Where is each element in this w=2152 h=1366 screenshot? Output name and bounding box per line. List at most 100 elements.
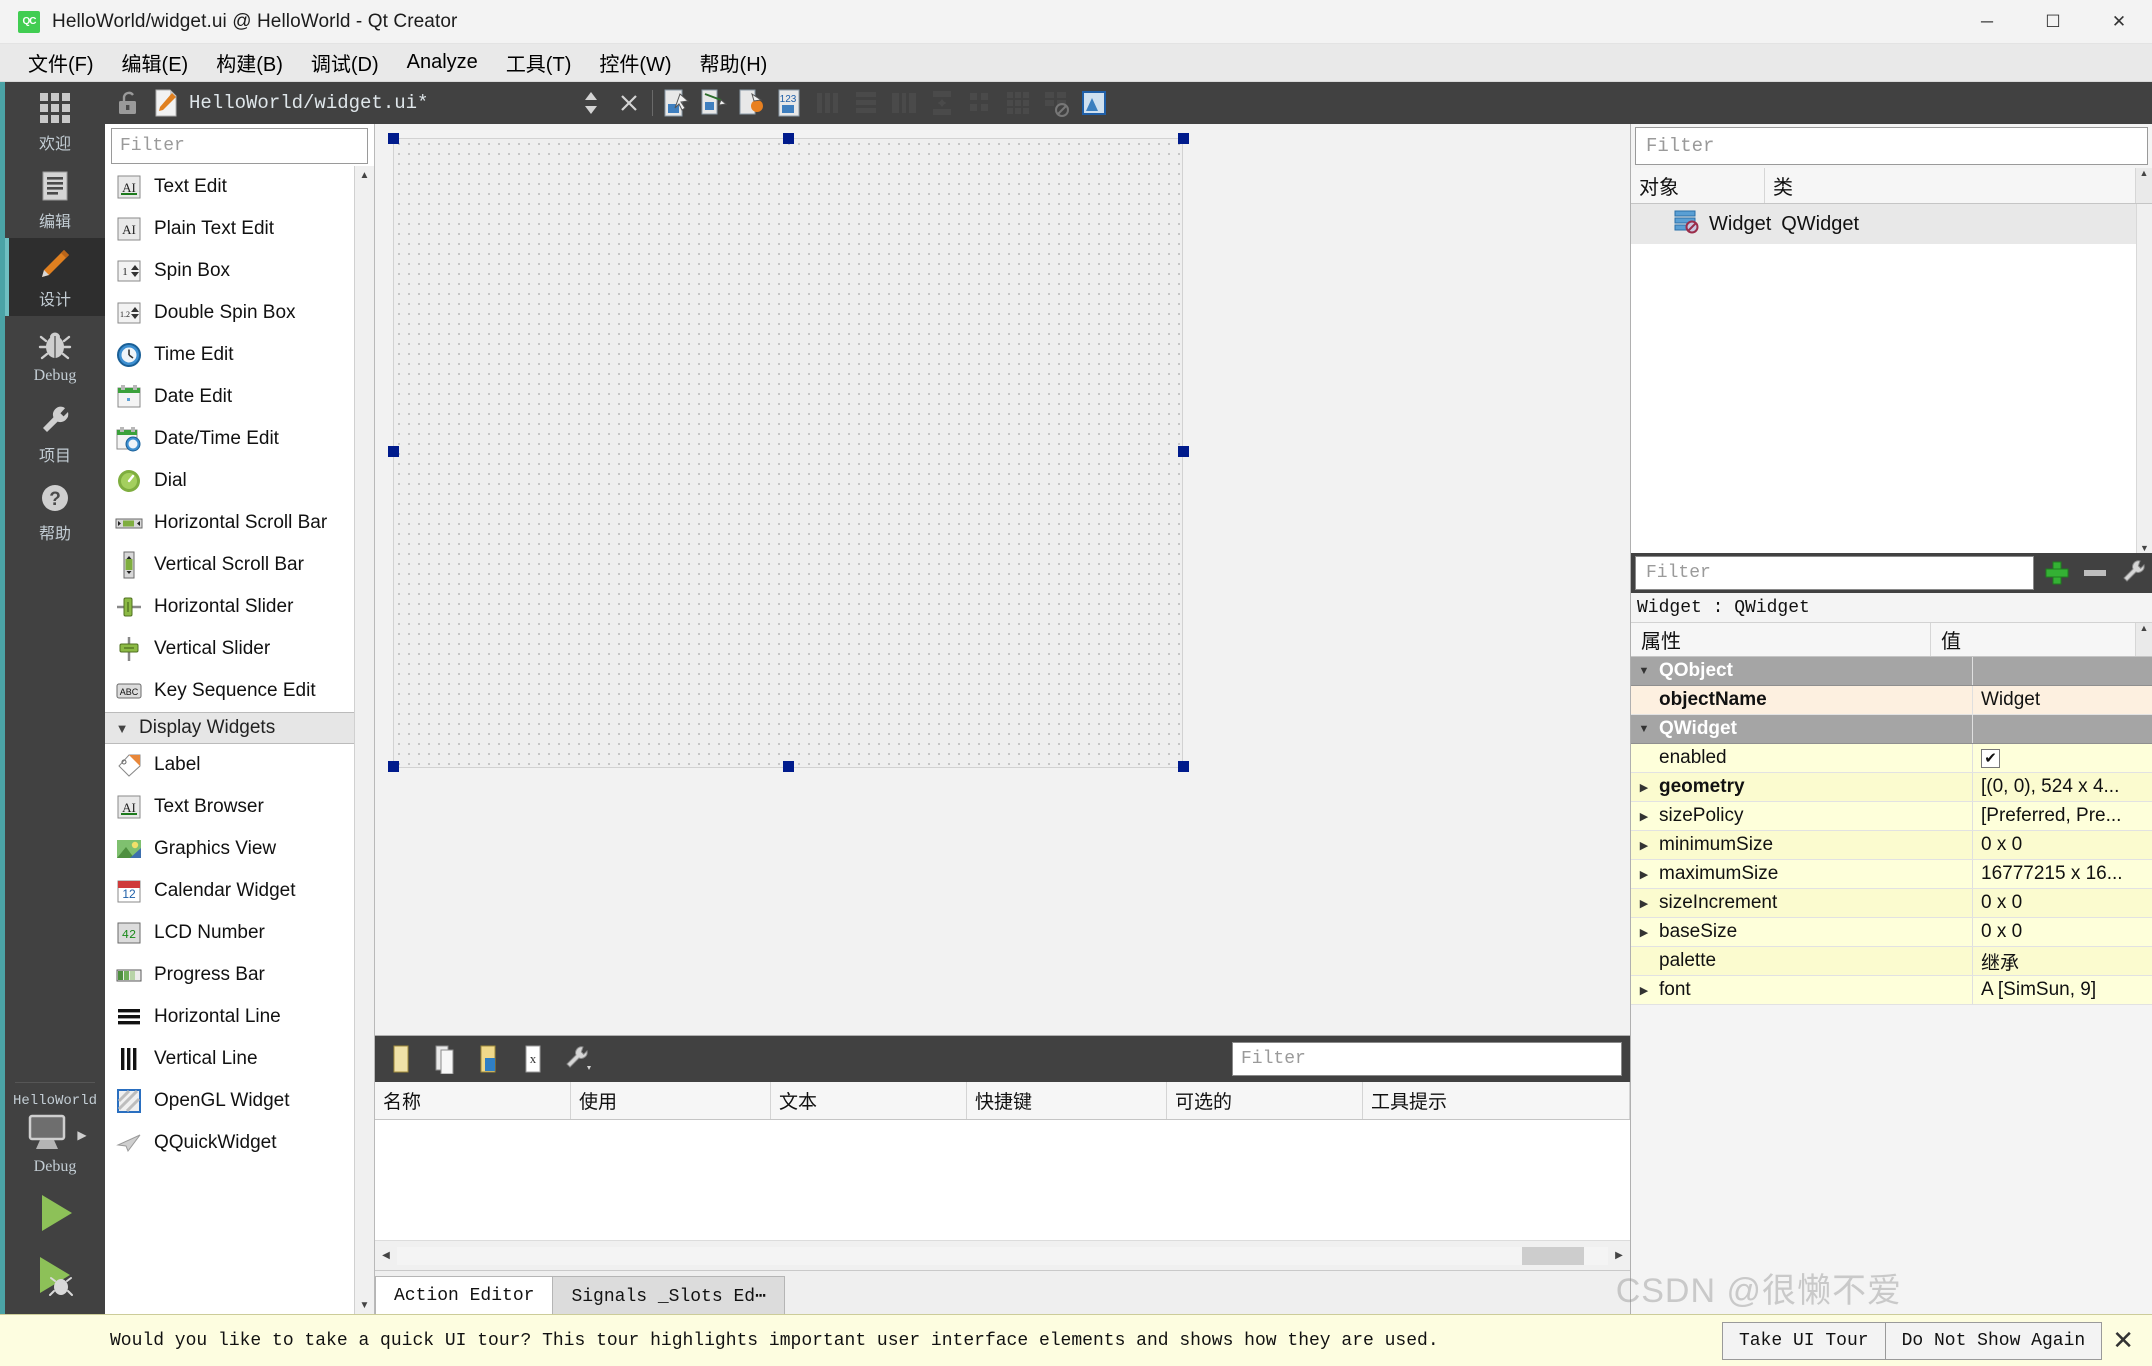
action-col-shortcut[interactable]: 快捷键 [967, 1082, 1167, 1119]
tab-signals-slots-editor[interactable]: Signals _Slots Ed⋯ [552, 1276, 785, 1314]
hscroll-thumb[interactable] [1522, 1246, 1584, 1265]
run-button[interactable] [5, 1182, 105, 1244]
layout-horizontal-icon[interactable] [813, 88, 843, 118]
widget-item-opengl-widget[interactable]: OpenGL Widget [105, 1080, 354, 1122]
property-row-enabled[interactable]: enabled ✔ [1631, 744, 2152, 773]
object-scroll-down-arrow-icon[interactable]: ▼ [2140, 543, 2149, 553]
edit-signals-slots-icon[interactable] [699, 88, 729, 118]
object-inspector-scrollbar[interactable]: ▼ [2136, 204, 2152, 553]
layout-form-icon[interactable] [965, 88, 995, 118]
chevron-right-icon[interactable]: ▶ [1631, 897, 1657, 910]
widget-item-calendar-widget[interactable]: 12 Calendar Widget [105, 870, 354, 912]
property-row-sizeincrement[interactable]: ▶ sizeIncrement 0 x 0 [1631, 889, 2152, 918]
close-tour-icon[interactable]: ✕ [2102, 1325, 2144, 1356]
widget-item-vertical-slider[interactable]: Vertical Slider [105, 628, 354, 670]
property-row-font[interactable]: ▶ font A [SimSun, 9] [1631, 976, 2152, 1005]
hscroll-right-arrow-icon[interactable]: ▶ [1608, 1250, 1630, 1261]
menu-analyze[interactable]: Analyze [393, 49, 492, 76]
widget-item-double-spin-box[interactable]: 1.2 Double Spin Box [105, 292, 354, 334]
kit-target-row[interactable]: ▶ [5, 1111, 105, 1158]
updown-arrows-icon[interactable] [576, 88, 606, 118]
chevron-down-icon[interactable]: ▼ [1631, 665, 1657, 677]
adjust-size-icon[interactable] [1079, 88, 1109, 118]
resize-handle-top-center[interactable] [783, 133, 794, 144]
property-row-basesize[interactable]: ▶ baseSize 0 x 0 [1631, 918, 2152, 947]
action-editor-rows[interactable] [375, 1120, 1630, 1240]
action-col-text[interactable]: 文本 [771, 1082, 967, 1119]
menu-file[interactable]: 文件(F) [14, 46, 108, 79]
minimize-button[interactable]: ─ [1954, 0, 2020, 44]
menu-widgets[interactable]: 控件(W) [585, 46, 685, 79]
widget-item-lcd-number[interactable]: 42 LCD Number [105, 912, 354, 954]
sidebar-item-projects[interactable]: 项目 [5, 394, 105, 472]
property-value[interactable]: 0 x 0 [1972, 918, 2152, 946]
property-value[interactable]: 16777215 x 16... [1972, 860, 2152, 888]
property-row-minimumsize[interactable]: ▶ minimumSize 0 x 0 [1631, 831, 2152, 860]
break-layout-icon[interactable] [1041, 88, 1071, 118]
widget-item-text-edit[interactable]: AI Text Edit [105, 166, 354, 208]
tab-action-editor[interactable]: Action Editor [375, 1276, 554, 1314]
sidebar-item-design[interactable]: 设计 [5, 238, 105, 316]
widget-item-text-browser[interactable]: AI Text Browser [105, 786, 354, 828]
property-scroll-up-arrow-icon[interactable]: ▲ [2136, 623, 2152, 656]
widget-item-plain-text-edit[interactable]: AI Plain Text Edit [105, 208, 354, 250]
scroll-down-arrow-icon[interactable]: ▼ [360, 1296, 370, 1314]
resize-handle-bottom-left[interactable] [388, 761, 399, 772]
resize-handle-middle-right[interactable] [1178, 446, 1189, 457]
resize-handle-middle-left[interactable] [388, 446, 399, 457]
property-value[interactable]: [(0, 0), 524 x 4... [1972, 773, 2152, 801]
object-inspector-tree[interactable]: Widget QWidget ▼ [1631, 204, 2152, 553]
widget-item-vertical-line[interactable]: Vertical Line [105, 1038, 354, 1080]
hscroll-left-arrow-icon[interactable]: ◀ [375, 1250, 397, 1261]
resize-handle-top-right[interactable] [1178, 133, 1189, 144]
widget-item-graphics-view[interactable]: Graphics View [105, 828, 354, 870]
property-value[interactable]: 继承 [1972, 947, 2152, 975]
property-value[interactable]: 0 x 0 [1972, 889, 2152, 917]
chevron-right-icon[interactable]: ▶ [1631, 781, 1657, 794]
maximize-button[interactable]: ☐ [2020, 0, 2086, 44]
action-col-checkable[interactable]: 可选的 [1167, 1082, 1363, 1119]
property-value[interactable]: Widget [1972, 686, 2152, 714]
take-ui-tour-button[interactable]: Take UI Tour [1721, 1321, 1886, 1360]
property-row-geometry[interactable]: ▶ geometry [(0, 0), 524 x 4... [1631, 773, 2152, 802]
widget-box-scrollbar[interactable]: ▲ ▼ [354, 166, 374, 1314]
object-inspector-filter[interactable]: Filter [1635, 127, 2148, 165]
property-value[interactable]: 0 x 0 [1972, 831, 2152, 859]
widget-item-progress-bar[interactable]: Progress Bar [105, 954, 354, 996]
property-row-palette[interactable]: palette 继承 [1631, 947, 2152, 976]
close-x-icon[interactable] [614, 88, 644, 118]
action-col-used[interactable]: 使用 [571, 1082, 771, 1119]
edit-tab-order-icon[interactable]: 123 [775, 88, 805, 118]
sidebar-item-debug[interactable]: Debug [5, 316, 105, 394]
widget-item-date-time-edit[interactable]: Date/Time Edit [105, 418, 354, 460]
layout-grid-icon[interactable] [1003, 88, 1033, 118]
property-col-name[interactable]: 属性 [1631, 623, 1931, 656]
edit-buddies-icon[interactable] [737, 88, 767, 118]
menu-debug[interactable]: 调试(D) [297, 46, 393, 79]
new-action-icon[interactable] [387, 1044, 417, 1074]
enabled-checkbox[interactable]: ✔ [1981, 748, 2000, 768]
widget-item-horizontal-line[interactable]: Horizontal Line [105, 996, 354, 1038]
layout-splitter-h-icon[interactable] [889, 88, 919, 118]
property-group-qwidget[interactable]: ▼ QWidget [1631, 715, 2152, 744]
paste-action-icon[interactable] [475, 1044, 505, 1074]
unlocked-padlock-icon[interactable] [113, 88, 143, 118]
view-mode-icon[interactable] [563, 1044, 593, 1074]
chevron-right-icon[interactable]: ▶ [1631, 810, 1657, 823]
sidebar-item-help[interactable]: ? 帮助 [5, 472, 105, 550]
configure-icon[interactable] [2118, 558, 2148, 588]
delete-action-icon[interactable]: x [519, 1044, 549, 1074]
action-editor-filter[interactable]: Filter [1232, 1042, 1622, 1076]
menu-help[interactable]: 帮助(H) [686, 46, 782, 79]
close-button[interactable]: ✕ [2086, 0, 2152, 44]
hscroll-track[interactable] [397, 1246, 1608, 1265]
resize-handle-bottom-right[interactable] [1178, 761, 1189, 772]
widget-item-key-sequence-edit[interactable]: ABC Key Sequence Edit [105, 670, 354, 712]
form-canvas[interactable] [375, 124, 1630, 1035]
object-scroll-up-arrow-icon[interactable]: ▲ [2136, 168, 2152, 203]
property-value[interactable]: [Preferred, Pre... [1972, 802, 2152, 830]
layout-vertical-icon[interactable] [851, 88, 881, 118]
property-value[interactable]: A [SimSun, 9] [1972, 976, 2152, 1004]
resize-handle-bottom-center[interactable] [783, 761, 794, 772]
debug-run-button[interactable] [5, 1244, 105, 1306]
